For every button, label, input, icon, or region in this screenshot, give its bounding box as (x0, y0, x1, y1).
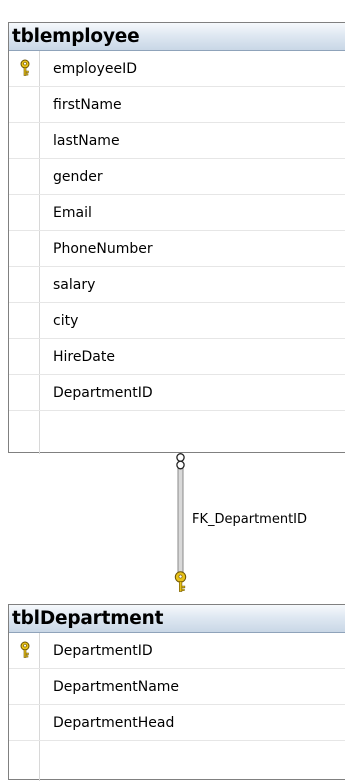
row-selector[interactable] (9, 195, 40, 230)
column-name: firstName (53, 97, 122, 113)
row-selector[interactable] (9, 51, 40, 86)
row-selector[interactable] (9, 123, 40, 158)
column-list: employeeID firstName lastName gender Ema… (9, 51, 345, 454)
column-name: DepartmentName (53, 679, 180, 695)
table-tbldepartment[interactable]: tblDepartment DepartmentID DepartmentNam… (8, 604, 345, 781)
row-selector-gutter (9, 741, 40, 781)
table-row[interactable]: PhoneNumber (9, 231, 345, 267)
table-row[interactable]: Email (9, 195, 345, 231)
table-row[interactable]: employeeID (9, 51, 345, 87)
row-selector[interactable] (9, 303, 40, 338)
table-row[interactable]: firstName (9, 87, 345, 123)
empty-row-area (9, 741, 345, 781)
table-row[interactable]: DepartmentHead (9, 705, 345, 741)
column-list: DepartmentID DepartmentName DepartmentHe… (9, 633, 345, 781)
column-name: DepartmentID (53, 643, 153, 659)
table-row[interactable]: lastName (9, 123, 345, 159)
column-name: DepartmentHead (53, 715, 175, 731)
column-name: city (53, 313, 79, 329)
key-icon (174, 571, 187, 592)
primary-key-icon (20, 641, 30, 658)
row-selector[interactable] (9, 87, 40, 122)
row-selector[interactable] (9, 375, 40, 410)
row-selector[interactable] (9, 633, 40, 668)
table-row[interactable]: DepartmentID (9, 633, 345, 669)
table-title: tblDepartment (9, 605, 345, 633)
table-row[interactable]: gender (9, 159, 345, 195)
relationship-label[interactable]: FK_DepartmentID (192, 512, 307, 528)
column-name: salary (53, 277, 96, 293)
row-selector[interactable] (9, 705, 40, 740)
column-name: HireDate (53, 349, 115, 365)
column-name: lastName (53, 133, 120, 149)
column-name: employeeID (53, 61, 138, 77)
table-row[interactable]: HireDate (9, 339, 345, 375)
row-selector[interactable] (9, 267, 40, 302)
row-selector-gutter (9, 411, 40, 454)
table-tblemployee[interactable]: tblemployee employeeID firstName lastNam… (8, 22, 345, 454)
empty-row-area (9, 411, 345, 454)
row-selector[interactable] (9, 231, 40, 266)
column-name: PhoneNumber (53, 241, 153, 257)
infinity-icon (176, 453, 185, 470)
table-row[interactable]: DepartmentName (9, 669, 345, 705)
row-selector[interactable] (9, 159, 40, 194)
table-row[interactable]: DepartmentID (9, 375, 345, 411)
row-selector[interactable] (9, 339, 40, 374)
column-name: Email (53, 205, 92, 221)
row-selector[interactable] (9, 669, 40, 704)
column-name: DepartmentID (53, 385, 153, 401)
table-row[interactable]: salary (9, 267, 345, 303)
connector-line (177, 464, 184, 574)
column-name: gender (53, 169, 103, 185)
table-row[interactable]: city (9, 303, 345, 339)
table-title: tblemployee (9, 23, 345, 51)
primary-key-icon (20, 59, 30, 76)
